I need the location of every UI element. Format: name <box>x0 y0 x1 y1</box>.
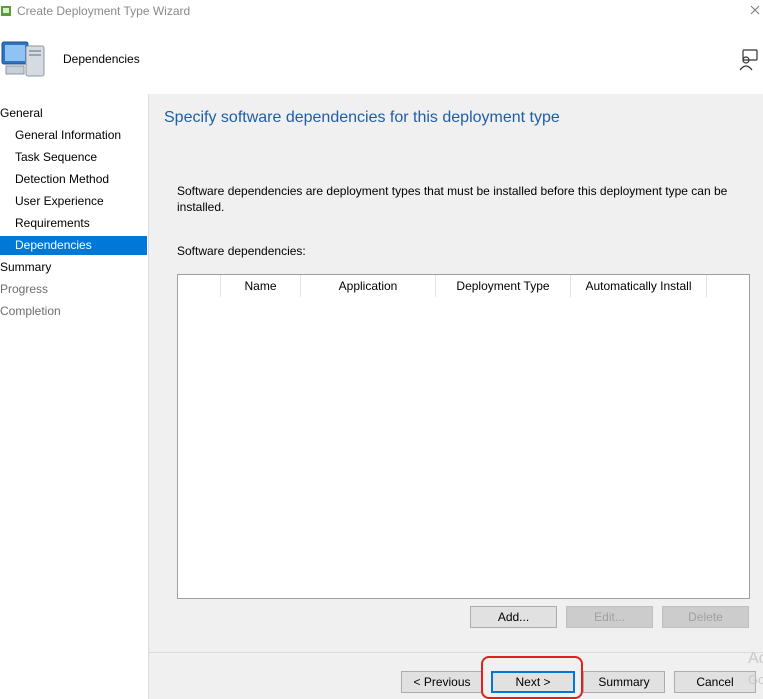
add-button[interactable]: Add... <box>470 606 557 628</box>
column-header-application[interactable]: Application <box>301 275 436 297</box>
nav-item-completion: Completion <box>0 304 61 318</box>
computer-icon <box>0 34 48 82</box>
nav-item-detection-method: Detection Method <box>15 172 110 186</box>
nav-item-user-experience: User Experience <box>15 194 104 208</box>
footer-divider <box>148 652 763 653</box>
activation-watermark-line2: Go <box>748 672 763 687</box>
summary-button[interactable]: Summary <box>583 671 665 693</box>
column-header-blank[interactable] <box>178 275 221 297</box>
list-column-header: Name Application Deployment Type Automat… <box>178 275 749 297</box>
wizard-header: Dependencies <box>0 24 763 94</box>
help-person-icon[interactable] <box>737 48 761 72</box>
cancel-button[interactable]: Cancel <box>674 671 756 693</box>
description-text: Software dependencies are deployment typ… <box>177 184 728 214</box>
activation-watermark-line1: Ac <box>748 650 763 667</box>
wizard-content-pane: Specify software dependencies for this d… <box>148 94 763 699</box>
column-header-name[interactable]: Name <box>221 275 301 297</box>
wizard-step-nav: General General Information Task Sequenc… <box>0 94 148 699</box>
delete-button[interactable]: Delete <box>662 606 749 628</box>
nav-item-progress: Progress <box>0 282 49 296</box>
window-title: Create Deployment Type Wizard <box>17 4 191 18</box>
previous-button[interactable]: < Previous <box>401 671 483 693</box>
edit-button[interactable]: Edit... <box>566 606 653 628</box>
wizard-icon <box>0 4 12 18</box>
dependencies-list[interactable]: Name Application Deployment Type Automat… <box>177 274 750 599</box>
column-header-deployment-type[interactable]: Deployment Type <box>436 275 571 297</box>
title-bar: Create Deployment Type Wizard <box>0 0 763 24</box>
next-button-highlight-outline <box>481 656 583 699</box>
close-icon[interactable] <box>747 2 763 18</box>
section-heading: Specify software dependencies for this d… <box>164 109 560 126</box>
nav-item-requirements: Requirements <box>15 216 90 230</box>
page-title: Dependencies <box>63 52 140 66</box>
column-header-automatically-install[interactable]: Automatically Install <box>571 275 707 297</box>
nav-item-summary: Summary <box>0 260 52 274</box>
dependencies-list-label: Software dependencies: <box>177 244 306 258</box>
nav-item-general-information: General Information <box>15 128 122 142</box>
nav-item-dependencies: Dependencies <box>0 236 147 255</box>
nav-item-task-sequence: Task Sequence <box>15 150 98 164</box>
nav-item-general: General <box>0 106 43 120</box>
